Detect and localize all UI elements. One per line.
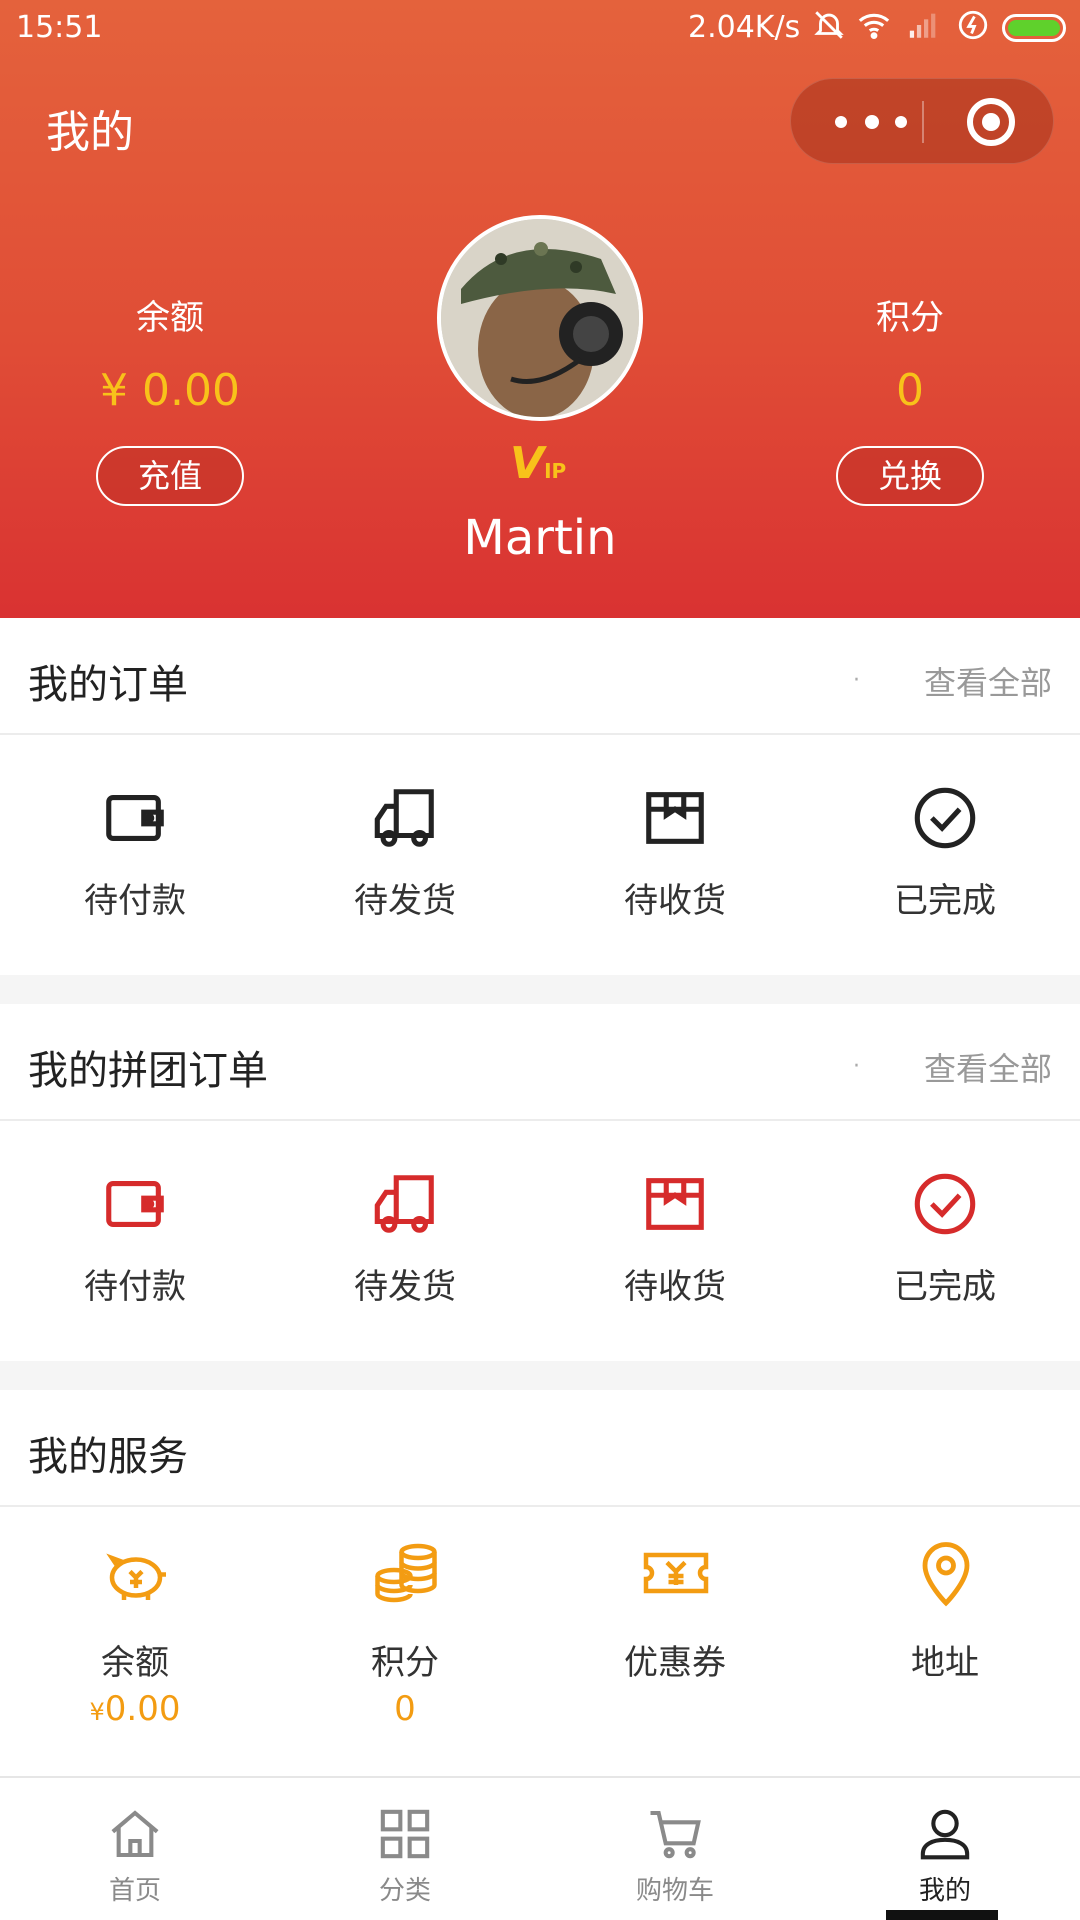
box-icon xyxy=(646,1178,704,1230)
location-pin-icon xyxy=(922,1542,970,1607)
services-header: 我的服务 xyxy=(0,1390,1080,1507)
tab-mine[interactable]: 我的 xyxy=(810,1778,1080,1920)
recharge-button[interactable]: 充值 xyxy=(96,446,244,506)
group-orders-header: 我的拼团订单 · 查看全部 xyxy=(0,1004,1080,1121)
service-coupon-label: 优惠券 xyxy=(624,1643,726,1683)
group-orders-section: 我的拼团订单 · 查看全部 待付款 待发货 待收货 已完成 xyxy=(0,1004,1080,1361)
tab-home-label: 首页 xyxy=(108,1876,161,1906)
list-item-label: 已完成 xyxy=(894,1267,996,1307)
service-balance-value: ¥0.00 xyxy=(89,1689,181,1729)
truck-icon xyxy=(374,1175,434,1233)
orders-status-row: 待付款 待发货 待收货 已完成 xyxy=(0,735,1080,975)
service-address[interactable]: 地址 xyxy=(810,1507,1080,1777)
list-item-label: 待收货 xyxy=(624,881,726,921)
page-title: 我的 xyxy=(46,107,134,158)
profile-header: 15:51 2.04K/s 我的 余额 ¥ 0.00 充值 VIP Martin… xyxy=(0,0,1080,618)
status-time: 15:51 xyxy=(16,10,103,45)
check-circle-icon xyxy=(914,1173,976,1235)
services-row: 余额 ¥0.00 积分 0 优惠券 地址 xyxy=(0,1507,1080,1777)
service-balance[interactable]: 余额 ¥0.00 xyxy=(0,1507,270,1777)
network-speed: 2.04K/s xyxy=(688,10,801,45)
bottom-tab-bar: 首页 分类 购物车 我的 xyxy=(0,1776,1080,1920)
list-item-label: 已完成 xyxy=(894,881,996,921)
service-address-label: 地址 xyxy=(911,1643,979,1683)
truck-icon xyxy=(374,789,434,847)
orders-section: 我的订单 · 查看全部 待付款 待发货 待收货 已完成 xyxy=(0,618,1080,975)
user-icon xyxy=(920,1809,970,1860)
order-pending-payment[interactable]: 待付款 xyxy=(0,735,270,975)
wifi-icon xyxy=(858,13,890,40)
balance-summary: 余额 ¥ 0.00 充值 xyxy=(40,290,300,506)
orders-view-all-link[interactable]: 查看全部 xyxy=(924,658,1052,704)
orders-header: 我的订单 · 查看全部 xyxy=(0,618,1080,735)
group-order-pending-shipment[interactable]: 待发货 xyxy=(270,1121,540,1361)
list-item-label: 待收货 xyxy=(624,1267,726,1307)
service-coupon[interactable]: 优惠券 xyxy=(540,1507,810,1777)
group-order-pending-payment[interactable]: 待付款 xyxy=(0,1121,270,1361)
grid-icon xyxy=(380,1809,430,1859)
username: Martin xyxy=(463,510,617,566)
charging-icon xyxy=(958,10,988,40)
group-order-completed[interactable]: 已完成 xyxy=(810,1121,1080,1361)
orders-title: 我的订单 xyxy=(28,662,188,708)
list-item-label: 待付款 xyxy=(84,1267,186,1307)
home-indicator xyxy=(886,1910,998,1920)
tab-category-label: 分类 xyxy=(378,1876,431,1906)
coupon-icon xyxy=(643,1552,709,1594)
tab-mine-label: 我的 xyxy=(918,1876,971,1906)
points-summary: 积分 0 兑换 xyxy=(780,290,1040,506)
close-miniprogram-icon[interactable] xyxy=(967,98,1015,146)
group-orders-view-all-link[interactable]: 查看全部 xyxy=(924,1044,1052,1090)
list-item-label: 待付款 xyxy=(84,881,186,921)
signal-icon xyxy=(909,13,936,38)
wallet-icon xyxy=(106,1181,164,1227)
piggy-bank-icon xyxy=(106,1553,166,1600)
status-bar: 15:51 2.04K/s xyxy=(0,0,1080,56)
points-label: 积分 xyxy=(876,298,944,338)
check-circle-icon xyxy=(914,787,976,849)
exchange-button[interactable]: 兑换 xyxy=(836,446,984,506)
more-menu-icon[interactable] xyxy=(831,99,911,145)
wallet-icon xyxy=(106,795,164,841)
group-orders-title: 我的拼团订单 xyxy=(28,1048,268,1094)
list-item-label: 待发货 xyxy=(354,881,456,921)
avatar[interactable] xyxy=(437,215,643,421)
service-points-label: 积分 xyxy=(371,1643,439,1683)
tab-cart[interactable]: 购物车 xyxy=(540,1778,810,1920)
services-section: 我的服务 余额 ¥0.00 积分 0 优惠券 地址 xyxy=(0,1390,1080,1777)
order-completed[interactable]: 已完成 xyxy=(810,735,1080,975)
group-order-pending-receipt[interactable]: 待收货 xyxy=(540,1121,810,1361)
balance-value: ¥ 0.00 xyxy=(100,365,240,416)
service-balance-label: 余额 xyxy=(101,1643,169,1683)
order-pending-receipt[interactable]: 待收货 xyxy=(540,735,810,975)
balance-label: 余额 xyxy=(136,298,204,338)
tab-home[interactable]: 首页 xyxy=(0,1778,270,1920)
mute-bell-icon xyxy=(814,11,844,39)
vip-badge: VIP xyxy=(510,438,567,489)
battery-icon xyxy=(1002,14,1066,42)
service-points[interactable]: 积分 0 xyxy=(270,1507,540,1777)
cart-icon xyxy=(650,1810,701,1859)
group-orders-status-row: 待付款 待发货 待收货 已完成 xyxy=(0,1121,1080,1361)
points-value: 0 xyxy=(896,365,924,416)
coins-icon xyxy=(375,1543,437,1603)
tab-category[interactable]: 分类 xyxy=(270,1778,540,1920)
box-icon xyxy=(646,792,704,844)
order-pending-shipment[interactable]: 待发货 xyxy=(270,735,540,975)
list-item-label: 待发货 xyxy=(354,1267,456,1307)
home-icon xyxy=(111,1810,159,1858)
tab-cart-label: 购物车 xyxy=(635,1876,714,1906)
services-title: 我的服务 xyxy=(28,1434,188,1480)
service-points-value: 0 xyxy=(394,1689,416,1729)
miniprogram-capsule xyxy=(790,78,1054,164)
